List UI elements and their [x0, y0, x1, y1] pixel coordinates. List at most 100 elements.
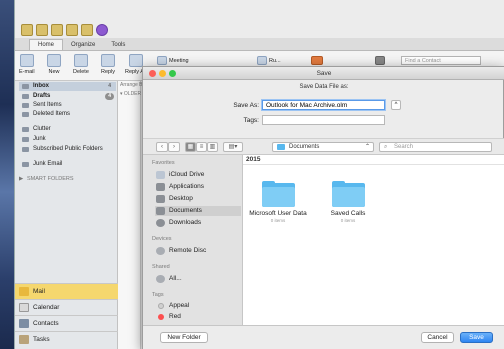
contacts-icon: [19, 319, 29, 328]
folder-icon: [22, 127, 29, 132]
file-browser: 2015 Microsoft User Data 0 items Saved C…: [243, 155, 504, 325]
back-button[interactable]: ‹: [156, 142, 168, 152]
tab-home[interactable]: Home: [29, 39, 64, 50]
sidebar-item-documents[interactable]: Documents: [155, 206, 241, 216]
tag-dot-icon: [158, 303, 164, 309]
save-dialog: Save Save Data File as: Save As: ^ Tags:…: [142, 66, 504, 349]
folder-item[interactable]: Microsoft User Data 0 items: [243, 181, 313, 223]
sidebar-tag-appeal[interactable]: Appeal: [155, 301, 241, 311]
folder-icon: [261, 181, 295, 207]
new-items-icon: [47, 54, 61, 67]
folder-drafts[interactable]: Drafts 4: [19, 92, 116, 101]
email-button[interactable]: E-mail: [19, 54, 35, 75]
junk-icon: [22, 162, 29, 167]
reply-icon: [101, 54, 116, 67]
sidebar-tag-red[interactable]: Red: [155, 312, 241, 322]
devices-heading: Devices: [152, 236, 172, 242]
folder-icon: [22, 137, 29, 142]
email-icon: [19, 54, 34, 67]
list-view-button[interactable]: ≡: [196, 142, 207, 152]
close-icon[interactable]: [149, 70, 156, 77]
folder-icon: [331, 181, 365, 207]
ribbon-tabs: Home Organize Tools: [15, 38, 504, 51]
help-icon[interactable]: [96, 24, 108, 36]
folder-junk[interactable]: Junk: [19, 135, 116, 144]
quick-access-toolbar: [15, 22, 504, 38]
tags-input[interactable]: [262, 115, 385, 125]
meeting-button[interactable]: Meeting: [157, 56, 189, 65]
nav-mail[interactable]: Mail: [15, 283, 118, 299]
folder-deleted-items[interactable]: Deleted Items: [19, 110, 116, 119]
dialog-titlebar: Save: [143, 67, 504, 80]
tag-dot-icon: [158, 314, 164, 320]
message-list: Arrange B ▾ OLDER: [118, 81, 143, 349]
sidebar-item-shared-all[interactable]: All...: [155, 274, 241, 284]
folder-clutter[interactable]: Clutter: [19, 125, 116, 134]
dialog-footer: New Folder Cancel Save: [143, 325, 504, 349]
folder-icon: [22, 147, 29, 152]
undo-icon[interactable]: [66, 24, 78, 36]
section-header: 2015: [243, 155, 504, 165]
reply-button[interactable]: Reply: [101, 54, 115, 75]
nav-tasks[interactable]: Tasks: [15, 331, 118, 347]
older-group[interactable]: ▾ OLDER: [120, 91, 141, 97]
cancel-button[interactable]: Cancel: [421, 332, 454, 343]
sidebar-item-desktop[interactable]: Desktop: [155, 194, 241, 204]
drafts-icon: [22, 94, 29, 99]
folder-subscribed-public[interactable]: Subscribed Public Folders: [19, 145, 116, 154]
tab-organize[interactable]: Organize: [63, 40, 103, 50]
categorize-icon: [311, 56, 323, 65]
search-input[interactable]: ⌕ Search: [379, 142, 492, 152]
redo-icon[interactable]: [81, 24, 93, 36]
sidebar-item-remote-disc[interactable]: Remote Disc: [155, 246, 241, 256]
dialog-header: Save Data File as:: [299, 84, 349, 90]
icon-view-button[interactable]: ▦: [185, 142, 196, 152]
delete-button[interactable]: Delete: [73, 54, 89, 75]
save-button[interactable]: Save: [460, 332, 493, 343]
location-popup[interactable]: Documents ⌃: [272, 142, 374, 152]
rules-button[interactable]: Ru...: [257, 56, 281, 65]
folder-icon[interactable]: [36, 24, 48, 36]
arrange-by[interactable]: Arrange B: [120, 82, 143, 88]
forward-button[interactable]: ›: [168, 142, 180, 152]
inbox-icon: [22, 84, 29, 89]
column-view-button[interactable]: ▥: [207, 142, 218, 152]
unread-badge: 4: [108, 83, 111, 89]
folder-inbox[interactable]: Inbox 4: [19, 82, 116, 91]
minimize-icon[interactable]: [159, 70, 166, 77]
save-as-input[interactable]: [262, 100, 385, 110]
meeting-icon: [157, 56, 167, 65]
rules-icon: [257, 56, 267, 65]
downloads-icon: [156, 219, 165, 227]
tags-label: Tags:: [243, 117, 259, 124]
mail-icon: [19, 287, 29, 296]
sidebar-item-downloads[interactable]: Downloads: [155, 218, 241, 228]
nav-calendar[interactable]: Calendar: [15, 299, 118, 315]
sidebar-item-icloud-drive[interactable]: iCloud Drive: [155, 170, 241, 180]
save-as-label: Save As:: [233, 102, 259, 109]
smart-folders-header[interactable]: ▶ SMART FOLDERS: [19, 175, 116, 184]
folder-icon: [277, 144, 285, 150]
zoom-icon[interactable]: [169, 70, 176, 77]
arrange-button[interactable]: ▤▾: [223, 142, 243, 152]
expand-chevron-icon[interactable]: ^: [391, 100, 401, 110]
documents-icon: [156, 207, 165, 215]
tab-tools[interactable]: Tools: [103, 40, 133, 50]
new-folder-button[interactable]: New Folder: [160, 332, 208, 343]
disclosure-triangle-icon: ▶: [19, 176, 24, 182]
folder-sent-items[interactable]: Sent Items: [19, 101, 116, 110]
send-receive-icon[interactable]: [21, 24, 33, 36]
print-icon[interactable]: [51, 24, 63, 36]
nav-contacts[interactable]: Contacts: [15, 315, 118, 331]
folder-pane: Inbox 4 Drafts 4 Sent Items Deleted Items …: [15, 81, 118, 349]
folder-junk-email[interactable]: Junk Email: [19, 160, 116, 169]
folder-item[interactable]: Saved Calls 0 items: [313, 181, 383, 223]
applications-icon: [156, 183, 165, 191]
dialog-title: Save: [316, 70, 332, 77]
network-icon: [156, 275, 165, 283]
finder-sidebar: Favorites iCloud Drive Applications Desk…: [143, 155, 243, 325]
find-contact-input[interactable]: Find a Contact: [401, 56, 481, 65]
sidebar-item-applications[interactable]: Applications: [155, 182, 241, 192]
shared-heading: Shared: [152, 264, 170, 270]
new-button[interactable]: New: [47, 54, 61, 75]
